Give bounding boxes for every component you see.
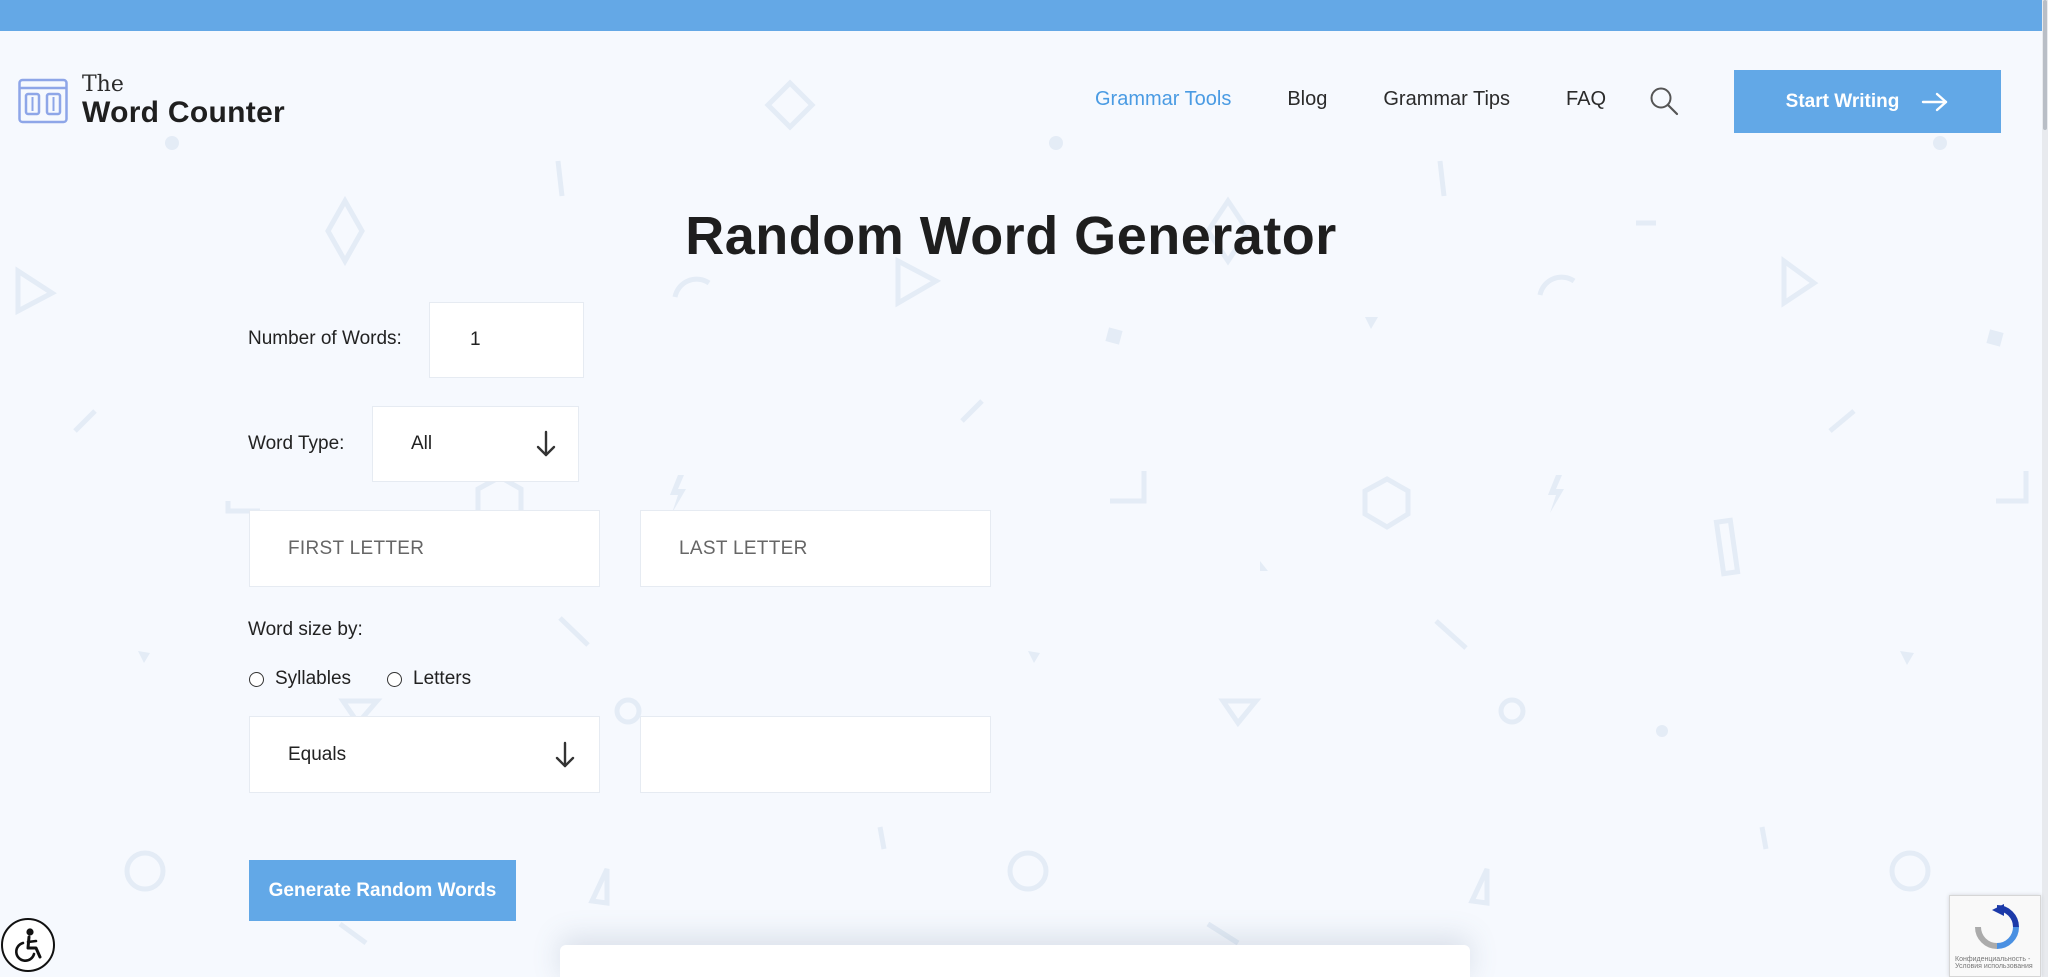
first-letter-placeholder: FIRST LETTER (288, 537, 425, 559)
radio-syllables-circle[interactable] (249, 671, 264, 687)
top-accent-bar (0, 0, 2048, 31)
comparison-value: Equals (288, 743, 347, 765)
nav-item-grammar-tools[interactable]: Grammar Tools (1095, 88, 1231, 111)
scrollbar-thumb[interactable] (2043, 0, 2047, 130)
page: The Word Counter Grammar Tools Blog Gram… (0, 0, 2048, 977)
logo-text-large: Word Counter (82, 96, 286, 129)
site-logo[interactable]: The Word Counter (18, 74, 285, 128)
arrow-down-icon (536, 430, 556, 457)
nav-item-faq[interactable]: FAQ (1566, 88, 1606, 111)
number-of-words-input[interactable]: 1 (429, 302, 584, 378)
main-nav: Grammar Tools Blog Grammar Tips FAQ (1095, 88, 1662, 111)
logo-text-small: The (82, 72, 124, 97)
nav-item-blog[interactable]: Blog (1287, 88, 1327, 111)
generate-random-words-button[interactable]: Generate Random Words (249, 860, 516, 921)
last-letter-input[interactable]: LAST LETTER (640, 510, 991, 587)
number-of-words-label: Number of Words: (248, 328, 402, 349)
start-writing-label: Start Writing (1785, 90, 1900, 112)
first-letter-input[interactable]: FIRST LETTER (249, 510, 600, 587)
last-letter-placeholder: LAST LETTER (679, 537, 808, 559)
results-card (560, 945, 1470, 977)
word-type-value: All (411, 433, 433, 454)
word-type-select[interactable]: All (372, 406, 579, 482)
search-icon[interactable] (1648, 85, 1680, 117)
nav-item-grammar-tips[interactable]: Grammar Tips (1383, 88, 1510, 111)
recaptcha-icon (1975, 904, 2019, 949)
radio-letters-circle[interactable] (387, 671, 402, 687)
recaptcha-text: Конфиденциальность - Условия использован… (1955, 956, 2033, 971)
number-of-words-value: 1 (470, 329, 481, 350)
size-number-input[interactable] (640, 716, 991, 793)
word-type-label: Word Type: (248, 433, 345, 454)
arrow-down-icon (555, 741, 575, 767)
radio-syllables-label: Syllables (275, 668, 352, 689)
radio-letters[interactable]: Letters (387, 668, 471, 690)
wheelchair-icon (15, 928, 42, 962)
arrow-right-icon (1922, 92, 1948, 111)
start-writing-button[interactable]: Start Writing (1734, 70, 2001, 133)
recaptcha-privacy-link[interactable]: Конфиденциальность - (1955, 956, 2030, 963)
radio-letters-label: Letters (413, 668, 472, 689)
scrollbar[interactable] (2042, 0, 2048, 977)
accessibility-icon[interactable] (1, 918, 55, 972)
radio-syllables[interactable]: Syllables (249, 668, 351, 690)
comparison-select[interactable]: Equals (249, 716, 600, 793)
recaptcha-badge[interactable]: Конфиденциальность - Условия использован… (1949, 895, 2041, 977)
decorative-background-pattern (15, 79, 2029, 946)
page-title: Random Word Generator (685, 206, 1337, 266)
word-size-label: Word size by: (248, 619, 363, 640)
logo-icon (18, 78, 68, 124)
recaptcha-terms-link[interactable]: Условия использования (1955, 963, 2033, 970)
